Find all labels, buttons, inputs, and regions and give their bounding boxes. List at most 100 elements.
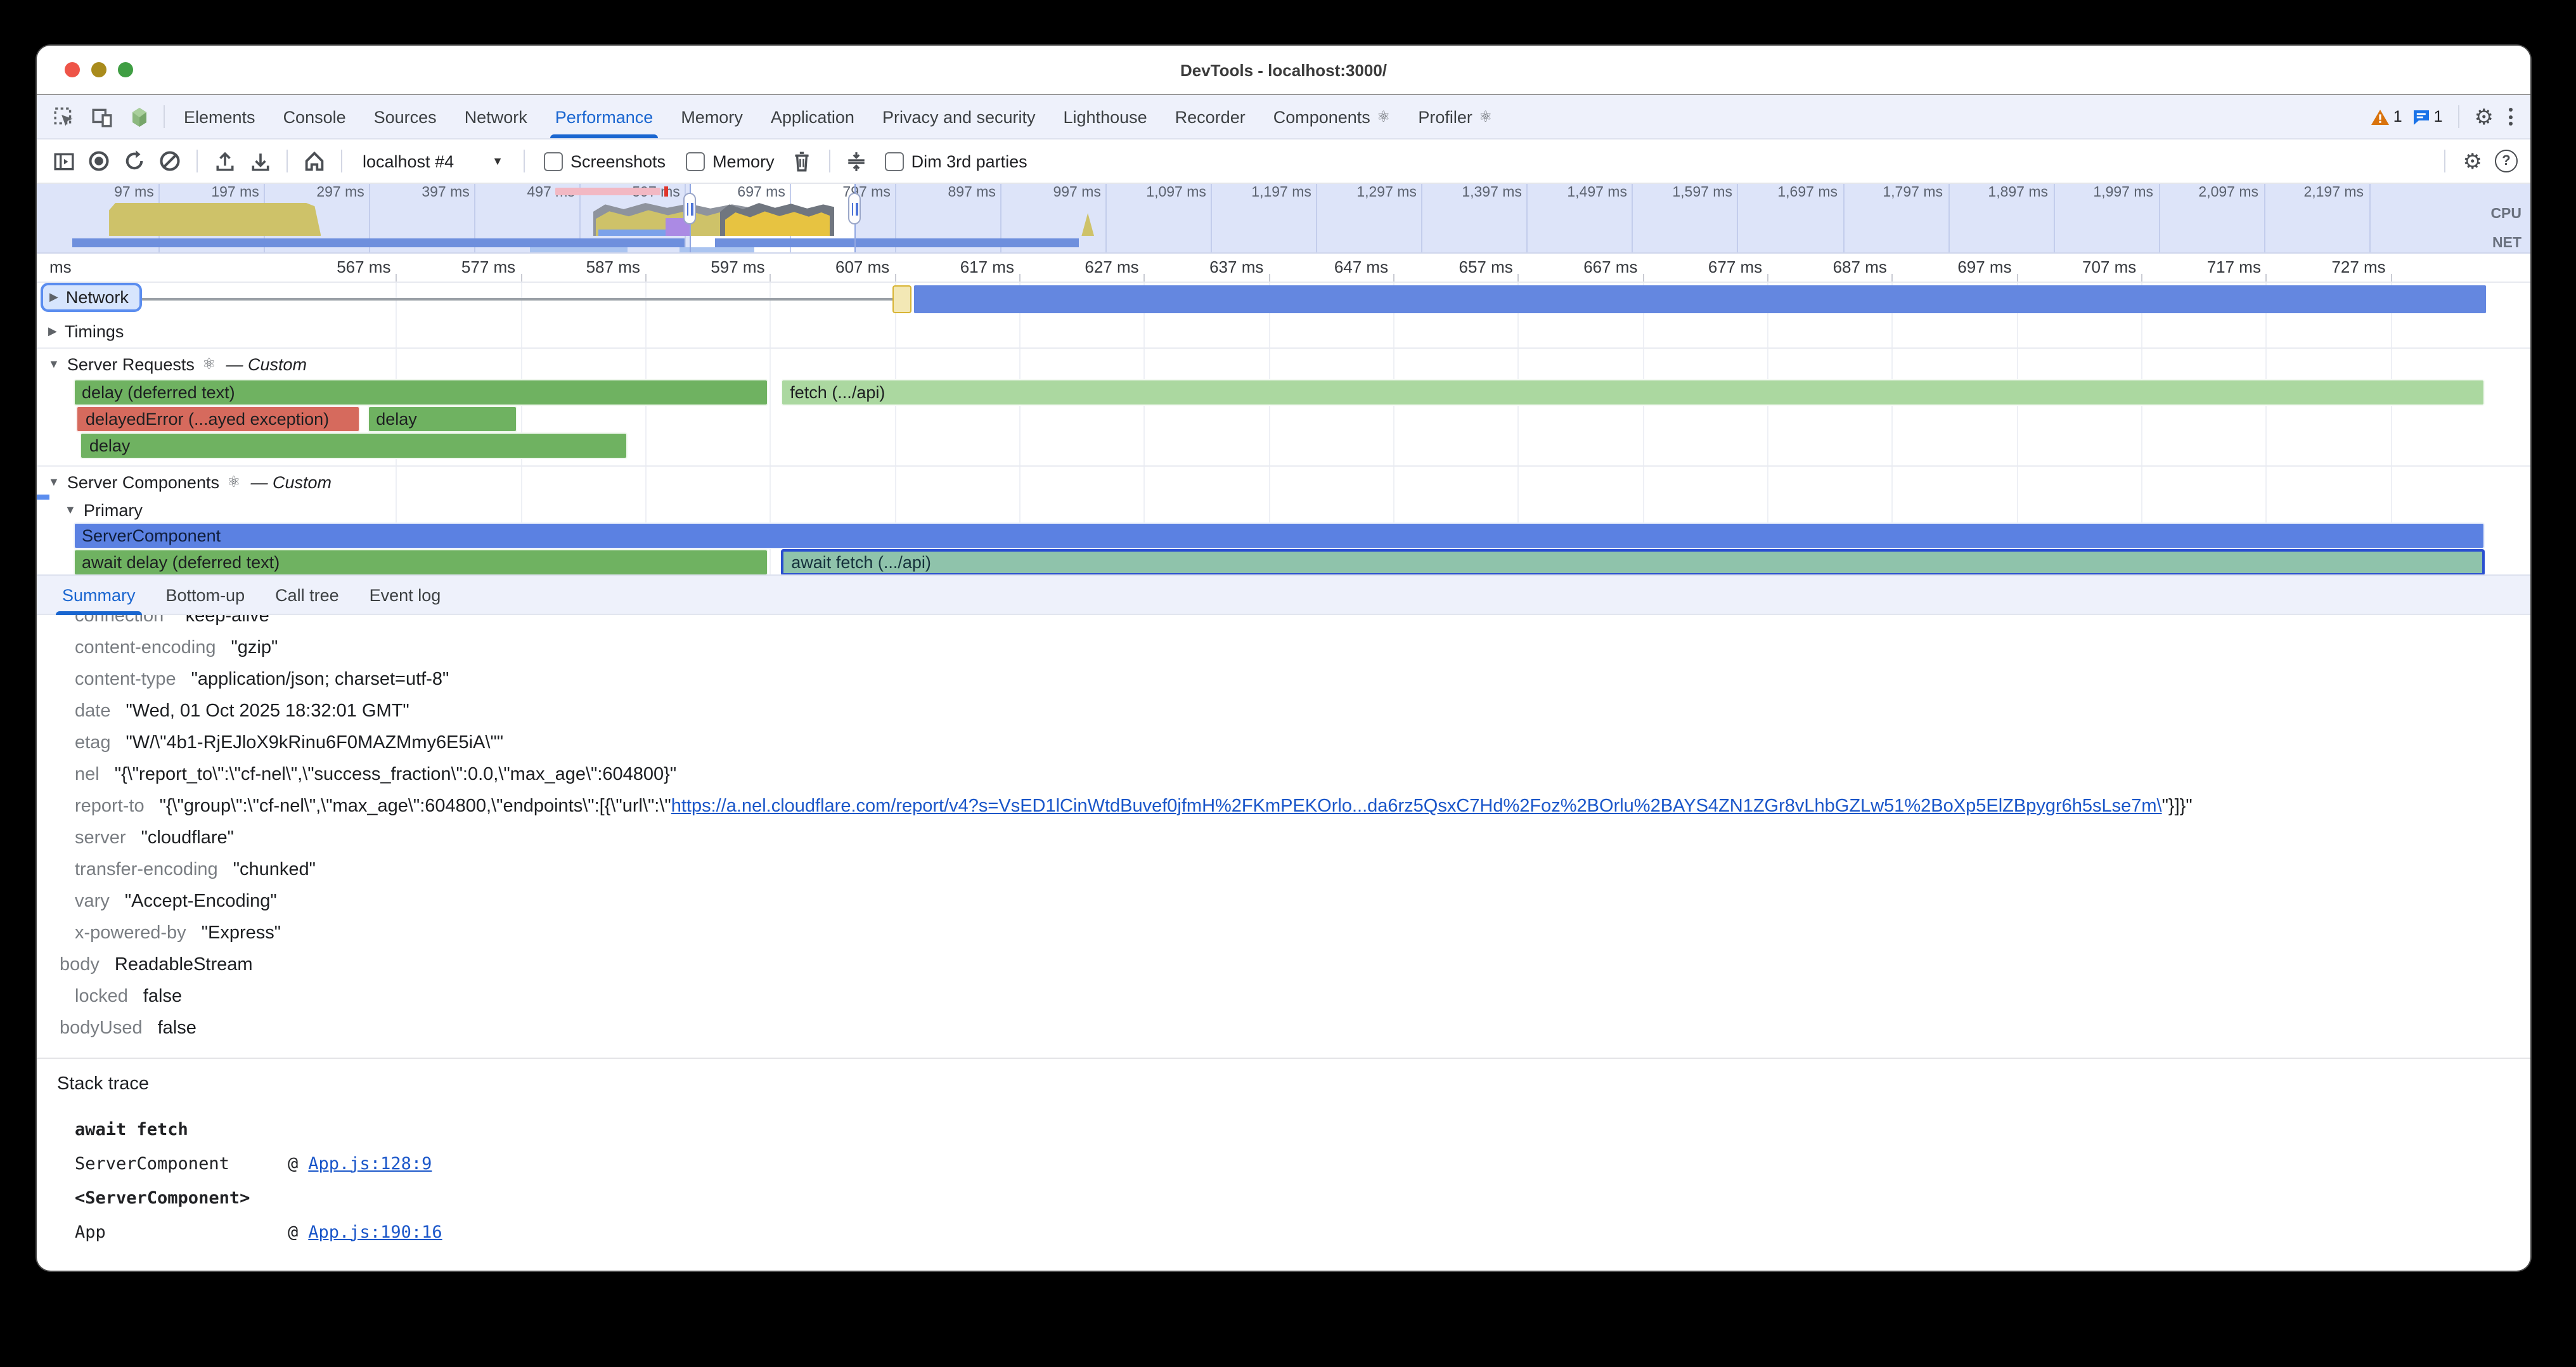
network-request[interactable] [915,285,2485,313]
property-value: "{\"report_to\":\"cf-nel\",\"success_fra… [115,765,676,785]
settings-gear-icon[interactable]: ⚙ [2475,106,2494,127]
stack-frame: App@App.js:190:16 [37,1215,2530,1241]
ruler-time-label: 647 ms [1254,257,1388,276]
tab-label: Console [283,107,346,126]
clear-button[interactable] [156,147,184,175]
profile-select[interactable]: localhost #4 ▼ [355,152,511,171]
tab-privacy-and-security[interactable]: Privacy and security [868,95,1050,138]
ruler-time-label: 637 ms [1129,257,1263,276]
property-key: etag [75,733,110,753]
property-value: "Accept-Encoding" [125,891,277,912]
event-bar[interactable]: delay [367,406,517,432]
react-atom-icon: ⚛ [227,473,241,491]
property-row: lockedfalse [37,982,2530,1013]
tab-bottom-up[interactable]: Bottom-up [151,576,261,614]
property-row: report-to"{\"group\":\"cf-nel\",\"max_ag… [37,791,2530,823]
property-row: bodyUsedfalse [37,1013,2530,1045]
network-track-header[interactable]: ▶ Network [43,285,140,309]
timings-track[interactable]: ▶ Timings [37,317,2530,346]
capture-settings-gear-icon[interactable]: ⚙ [2463,150,2483,172]
longtask-marker [555,188,660,195]
tab-event-log[interactable]: Event log [354,576,456,614]
minimap-time-label: 1,397 ms [1410,185,1522,200]
minimap-time-label: 897 ms [884,185,996,200]
tab-components[interactable]: Components⚛ [1259,95,1405,138]
chevron-down-icon: ▼ [492,155,503,167]
ruler-time-label: 707 ms [2002,257,2136,276]
download-profile-icon[interactable] [246,147,274,175]
report-to-url-link[interactable]: https://a.nel.cloudflare.com/report/v4?s… [671,796,2162,817]
tab-summary[interactable]: Summary [47,576,151,614]
server-components-track-header[interactable]: ▼ Server Components ⚛ — Custom [37,467,2530,497]
ruler-time-label: 587 ms [506,257,640,276]
toggle-sidebar-icon[interactable] [49,147,77,175]
dim-3rd-parties-checkbox[interactable]: Dim 3rd parties [885,152,1027,171]
stack-frame-source-link[interactable]: App.js:190:16 [308,1222,442,1241]
inspect-element-icon[interactable] [44,95,82,138]
timeline-overview[interactable]: 97 ms197 ms297 ms397 ms497 ms597 ms697 m… [37,184,2530,254]
property-key: x-powered-by [75,923,186,943]
property-value: "{\"group\":\"cf-nel\",\"max_age\":60480… [160,796,671,817]
checkbox-box [885,152,904,171]
server-requests-track-header[interactable]: ▼ Server Requests ⚛ — Custom [37,349,2530,379]
event-bar[interactable]: delay [80,432,628,459]
more-options-icon[interactable] [2504,108,2518,126]
tab-sources[interactable]: Sources [360,95,451,138]
ruler-time-label: 627 ms [1005,257,1139,276]
property-row: server"cloudflare" [37,823,2530,855]
selection-handle[interactable] [684,193,697,224]
collapse-tracks-icon[interactable] [843,147,871,175]
property-row: content-encoding"gzip" [37,633,2530,664]
tab-label: Performance [555,107,654,126]
event-bar[interactable]: delayedError (...ayed exception) [77,406,360,432]
tab-elements[interactable]: Elements [170,95,269,138]
property-key: content-type [75,670,176,690]
tab-recorder[interactable]: Recorder [1161,95,1259,138]
property-value: "gzip" [231,638,278,658]
property-value: "cloudflare" [141,828,234,848]
stack-frame-source-link[interactable]: App.js:128:9 [308,1153,432,1174]
tab-network[interactable]: Network [451,95,541,138]
tab-memory[interactable]: Memory [667,95,757,138]
tab-call-tree[interactable]: Call tree [260,576,354,614]
property-key: vary [75,891,110,912]
garbage-collect-icon[interactable] [789,147,816,175]
memory-checkbox[interactable]: Memory [686,152,775,171]
help-icon[interactable]: ? [2495,150,2518,172]
event-bar[interactable]: delay (deferred text) [73,379,769,406]
ruler-time-label: 717 ms [2127,257,2261,276]
issues-badge[interactable]: 1 [2412,108,2443,126]
network-request[interactable] [892,285,911,313]
tab-console[interactable]: Console [269,95,360,138]
record-button[interactable] [85,147,113,175]
tab-profiler[interactable]: Profiler⚛ [1404,95,1506,138]
device-toolbar-icon[interactable] [82,95,120,138]
event-bar[interactable]: await fetch (.../api) [781,549,2484,574]
tab-lighthouse[interactable]: Lighthouse [1050,95,1161,138]
ruler-time-label: 677 ms [1628,257,1762,276]
warnings-badge[interactable]: 1 [2371,108,2402,126]
property-key: date [75,701,110,722]
primary-group-row[interactable]: ▼ Primary [37,497,2530,522]
property-key: bodyUsed [60,1018,143,1039]
ruler-time-label: 577 ms [381,257,515,276]
property-row: transfer-encoding"chunked" [37,855,2530,886]
upload-profile-icon[interactable] [210,147,238,175]
event-bar[interactable]: await delay (deferred text) [73,549,769,574]
selection-handle[interactable] [848,193,861,224]
stack-trace: await fetchServerComponent@App.js:128:9<… [37,1112,2530,1241]
issue-count: 1 [2434,108,2443,126]
cpu-lane-label: CPU [2490,207,2521,222]
ruler-unit-label: ms [49,257,72,276]
record-reload-button[interactable] [120,147,148,175]
tab-performance[interactable]: Performance [541,95,667,138]
tab-label: Memory [681,107,743,126]
screenshots-checkbox[interactable]: Screenshots [544,152,666,171]
property-value: "keep-alive" [179,615,276,626]
minimap-time-label: 1,897 ms [1936,185,2048,200]
tab-application[interactable]: Application [757,95,868,138]
timeline-tracks: ▶ Network ▶ Timings ▼ Server Requests ⚛ … [37,283,2530,574]
event-bar[interactable]: fetch (.../api) [781,379,2484,406]
event-bar[interactable]: ServerComponent [73,522,2484,549]
home-icon[interactable] [300,147,328,175]
